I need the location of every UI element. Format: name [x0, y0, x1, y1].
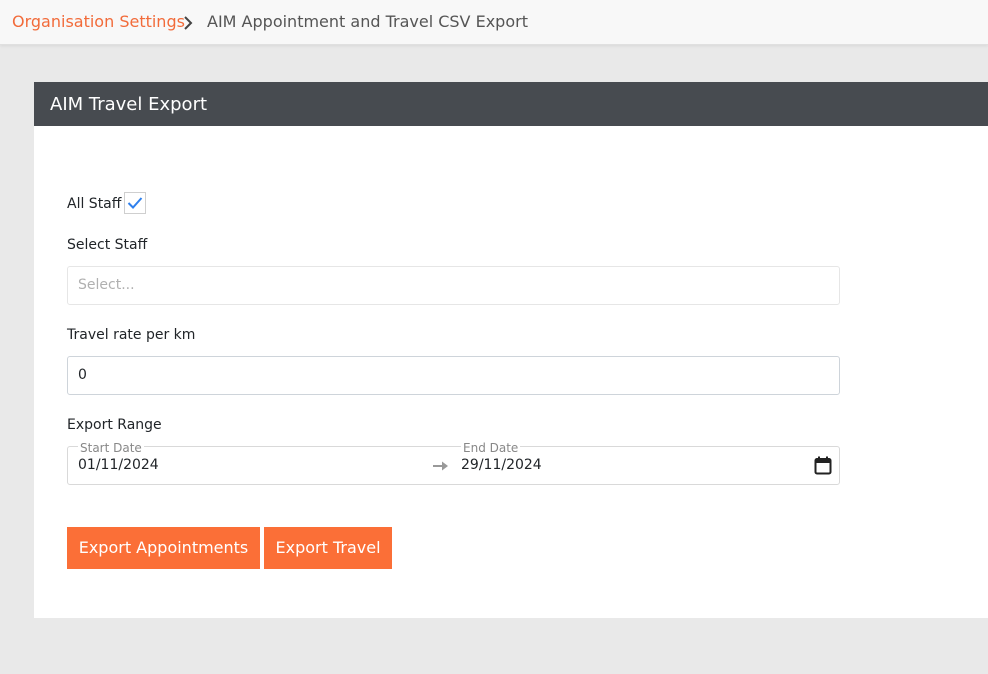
- travel-rate-label: Travel rate per km: [67, 327, 196, 343]
- arrow-right-icon: [433, 461, 448, 471]
- calendar-icon[interactable]: [814, 456, 832, 475]
- check-icon: [127, 197, 143, 209]
- travel-export-card: AIM Travel Export All Staff Select Staff…: [34, 82, 988, 618]
- export-travel-button[interactable]: Export Travel: [264, 527, 392, 569]
- select-staff-placeholder: Select...: [78, 277, 135, 293]
- card-header: AIM Travel Export: [34, 82, 988, 126]
- breadcrumb-link-organisation-settings[interactable]: Organisation Settings: [12, 12, 185, 31]
- export-appointments-button[interactable]: Export Appointments: [67, 527, 260, 569]
- export-range-label: Export Range: [67, 417, 162, 433]
- export-range-picker[interactable]: Start Date 01/11/2024 End Date 29/11/202…: [67, 441, 840, 485]
- breadcrumb-current-page: AIM Appointment and Travel CSV Export: [207, 12, 528, 31]
- travel-rate-value: 0: [78, 367, 87, 383]
- chevron-right-icon: [184, 16, 193, 30]
- end-date-input[interactable]: 29/11/2024: [461, 457, 542, 473]
- select-staff-dropdown[interactable]: Select...: [67, 266, 840, 305]
- card-title: AIM Travel Export: [50, 94, 208, 115]
- end-date-label: End Date: [461, 441, 521, 455]
- travel-rate-input[interactable]: 0: [67, 356, 840, 395]
- start-date-input[interactable]: 01/11/2024: [78, 457, 159, 473]
- all-staff-label: All Staff: [67, 196, 122, 212]
- select-staff-label: Select Staff: [67, 237, 148, 253]
- all-staff-checkbox[interactable]: [124, 192, 146, 214]
- breadcrumb-bar: Organisation Settings AIM Appointment an…: [0, 0, 988, 45]
- start-date-label: Start Date: [78, 441, 144, 455]
